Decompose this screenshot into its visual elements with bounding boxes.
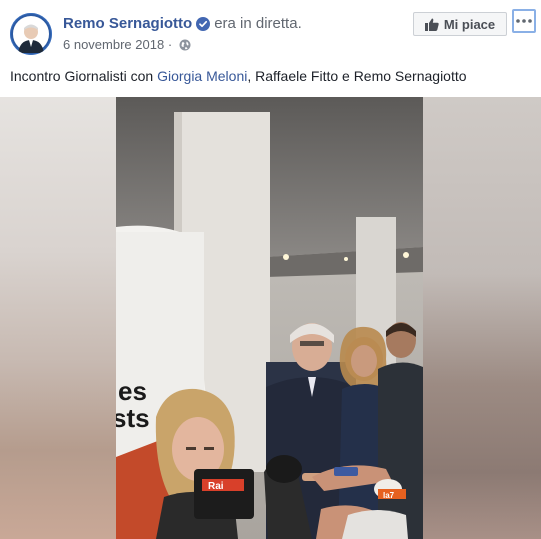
- more-dots-icon: [516, 19, 532, 23]
- backdrop-text-bottom: sts: [116, 403, 150, 433]
- avatar[interactable]: [10, 13, 52, 55]
- verified-badge-icon: [196, 17, 211, 35]
- video-blur-right: [423, 97, 541, 539]
- post-header: Remo Sernagiotto era in diretta. 6 novemb…: [0, 0, 541, 62]
- like-page-button[interactable]: Mi piace: [413, 12, 507, 36]
- author-line: Remo Sernagiotto era in diretta.: [63, 15, 302, 35]
- post-text-intro: Incontro Giornalisti con: [10, 68, 158, 84]
- post-text: Incontro Giornalisti con Giorgia Meloni,…: [10, 68, 467, 84]
- meta-separator: ·: [167, 37, 173, 52]
- live-video-player[interactable]: es sts Rai la7: [0, 97, 541, 539]
- post-text-rest: , Raffaele Fitto e Remo Sernagiotto: [247, 68, 467, 84]
- like-label: Mi piace: [443, 16, 496, 32]
- author-name[interactable]: Remo Sernagiotto: [63, 15, 192, 32]
- post-date[interactable]: 6 novembre 2018: [63, 37, 164, 52]
- mic-label-left: Rai: [208, 481, 224, 492]
- video-frame: es sts Rai la7: [116, 97, 423, 539]
- more-options-button[interactable]: [512, 9, 536, 33]
- thumbs-up-icon: [424, 18, 439, 31]
- tagged-person-link[interactable]: Giorgia Meloni: [157, 68, 247, 84]
- backdrop-text-top: es: [118, 376, 147, 406]
- globe-icon[interactable]: [179, 39, 191, 54]
- mic-label-right: la7: [383, 491, 395, 500]
- video-blur-left: [0, 97, 116, 539]
- avatar-photo: [10, 13, 52, 55]
- activity-text: era in diretta.: [214, 15, 302, 32]
- post-meta: 6 novembre 2018 ·: [63, 37, 191, 54]
